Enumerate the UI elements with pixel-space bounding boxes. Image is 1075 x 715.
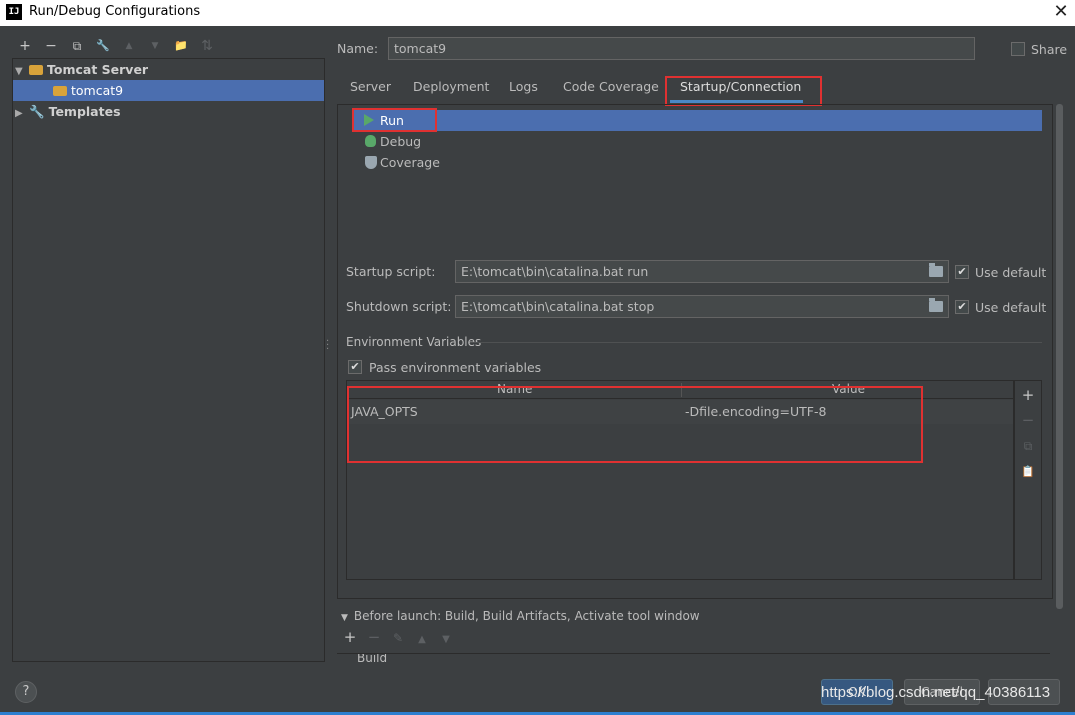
tomcat-icon (53, 85, 67, 96)
edit-icon[interactable]: ✎ (386, 631, 410, 645)
tree-item-label: Templates (48, 104, 121, 119)
highlight-box-run (352, 108, 437, 132)
section-divider (470, 342, 1042, 343)
mode-label: Coverage (380, 155, 440, 170)
list-item[interactable]: Build (357, 654, 387, 665)
tab-code-coverage[interactable]: Code Coverage (563, 79, 659, 94)
before-launch-toolbar: + − ✎ ▲ ▼ (338, 628, 458, 646)
before-launch-list: Build (337, 653, 1050, 665)
vertical-scrollbar[interactable] (1056, 104, 1063, 609)
tomcat-icon (29, 64, 43, 75)
remove-icon[interactable]: − (40, 35, 62, 57)
tree-item-label: tomcat9 (71, 83, 124, 98)
before-launch-section[interactable]: ▼ Before launch: Build, Build Artifacts, … (341, 609, 700, 623)
sort-icon[interactable]: ⇅ (196, 35, 218, 57)
shutdown-script-input[interactable]: E:\tomcat\bin\catalina.bat stop (455, 295, 949, 318)
tab-deployment[interactable]: Deployment (413, 79, 489, 94)
copy-icon[interactable]: ⧉ (1015, 434, 1041, 458)
highlight-box-tab (665, 76, 822, 106)
name-input[interactable]: tomcat9 (388, 37, 975, 60)
tab-server[interactable]: Server (350, 79, 391, 94)
browse-folder-icon[interactable] (929, 263, 943, 277)
remove-icon[interactable]: − (1015, 408, 1041, 432)
mode-coverage[interactable]: Coverage (354, 152, 654, 173)
folder-icon[interactable]: 📁 (170, 35, 192, 57)
title-bar: IJ Run/Debug Configurations ✕ (0, 0, 1075, 26)
copy-icon[interactable]: ⧉ (66, 35, 88, 57)
wrench-icon: 🔧 (29, 104, 45, 119)
splitter-handle[interactable]: · · · (326, 337, 329, 355)
shutdown-use-default-checkbox[interactable]: ✔ (955, 300, 969, 314)
mode-debug[interactable]: Debug (354, 131, 654, 152)
tree-item-tomcat-server[interactable]: ▼ Tomcat Server (13, 59, 324, 80)
watermark-url: https://blog.csdn.net/qq_40386113 (821, 684, 1051, 701)
move-up-icon[interactable]: ▲ (118, 35, 140, 57)
env-table-toolbar: + − ⧉ 📋 (1014, 380, 1042, 580)
tab-logs[interactable]: Logs (509, 79, 538, 94)
intellij-logo-icon: IJ (6, 4, 22, 20)
add-icon[interactable]: + (1015, 383, 1041, 407)
config-tree: ▼ Tomcat Server tomcat9 ▶ 🔧 Templates (12, 58, 325, 662)
before-launch-title: Before launch: Build, Build Artifacts, A… (353, 609, 700, 623)
remove-icon[interactable]: − (362, 628, 386, 646)
startup-use-default-checkbox[interactable]: ✔ (955, 265, 969, 279)
help-icon[interactable]: ? (15, 681, 37, 703)
coverage-icon (365, 156, 377, 169)
paste-icon[interactable]: 📋 (1015, 460, 1041, 484)
close-icon[interactable]: ✕ (1050, 1, 1072, 23)
startup-script-value: E:\tomcat\bin\catalina.bat run (461, 264, 649, 279)
add-icon[interactable]: + (14, 35, 36, 57)
name-label: Name: (337, 41, 379, 56)
shutdown-use-default-label: Use default (975, 300, 1047, 315)
move-down-icon[interactable]: ▼ (434, 634, 458, 645)
startup-use-default-label: Use default (975, 265, 1047, 280)
tree-item-tomcat9[interactable]: tomcat9 (13, 80, 324, 101)
mode-run[interactable]: Run (354, 110, 1042, 131)
move-up-icon[interactable]: ▲ (410, 634, 434, 645)
wrench-icon[interactable]: 🔧 (92, 35, 114, 57)
pass-env-checkbox[interactable]: ✔ (348, 360, 362, 374)
share-checkbox[interactable] (1011, 42, 1025, 56)
startup-script-input[interactable]: E:\tomcat\bin\catalina.bat run (455, 260, 949, 283)
shutdown-script-value: E:\tomcat\bin\catalina.bat stop (461, 299, 655, 314)
mode-label: Debug (380, 134, 422, 149)
highlight-box-env (347, 386, 923, 463)
move-down-icon[interactable]: ▼ (144, 35, 166, 57)
add-icon[interactable]: + (338, 628, 362, 646)
startup-script-label: Startup script: (346, 264, 436, 279)
share-label: Share (1031, 42, 1068, 57)
window-title: Run/Debug Configurations (29, 4, 201, 19)
env-section-title: Environment Variables (346, 335, 482, 349)
pass-env-label: Pass environment variables (369, 360, 542, 375)
expand-arrow-icon[interactable]: ▼ (15, 61, 29, 82)
config-toolbar: + − ⧉ 🔧 ▲ ▼ 📁 ⇅ (14, 35, 218, 57)
tree-item-label: Tomcat Server (47, 62, 149, 77)
debug-icon (365, 135, 376, 147)
collapse-arrow-icon[interactable]: ▼ (341, 613, 348, 623)
collapse-arrow-icon[interactable]: ▶ (15, 103, 29, 124)
browse-folder-icon[interactable] (929, 298, 943, 312)
shutdown-script-label: Shutdown script: (346, 299, 452, 314)
tree-item-templates[interactable]: ▶ 🔧 Templates (13, 101, 324, 122)
